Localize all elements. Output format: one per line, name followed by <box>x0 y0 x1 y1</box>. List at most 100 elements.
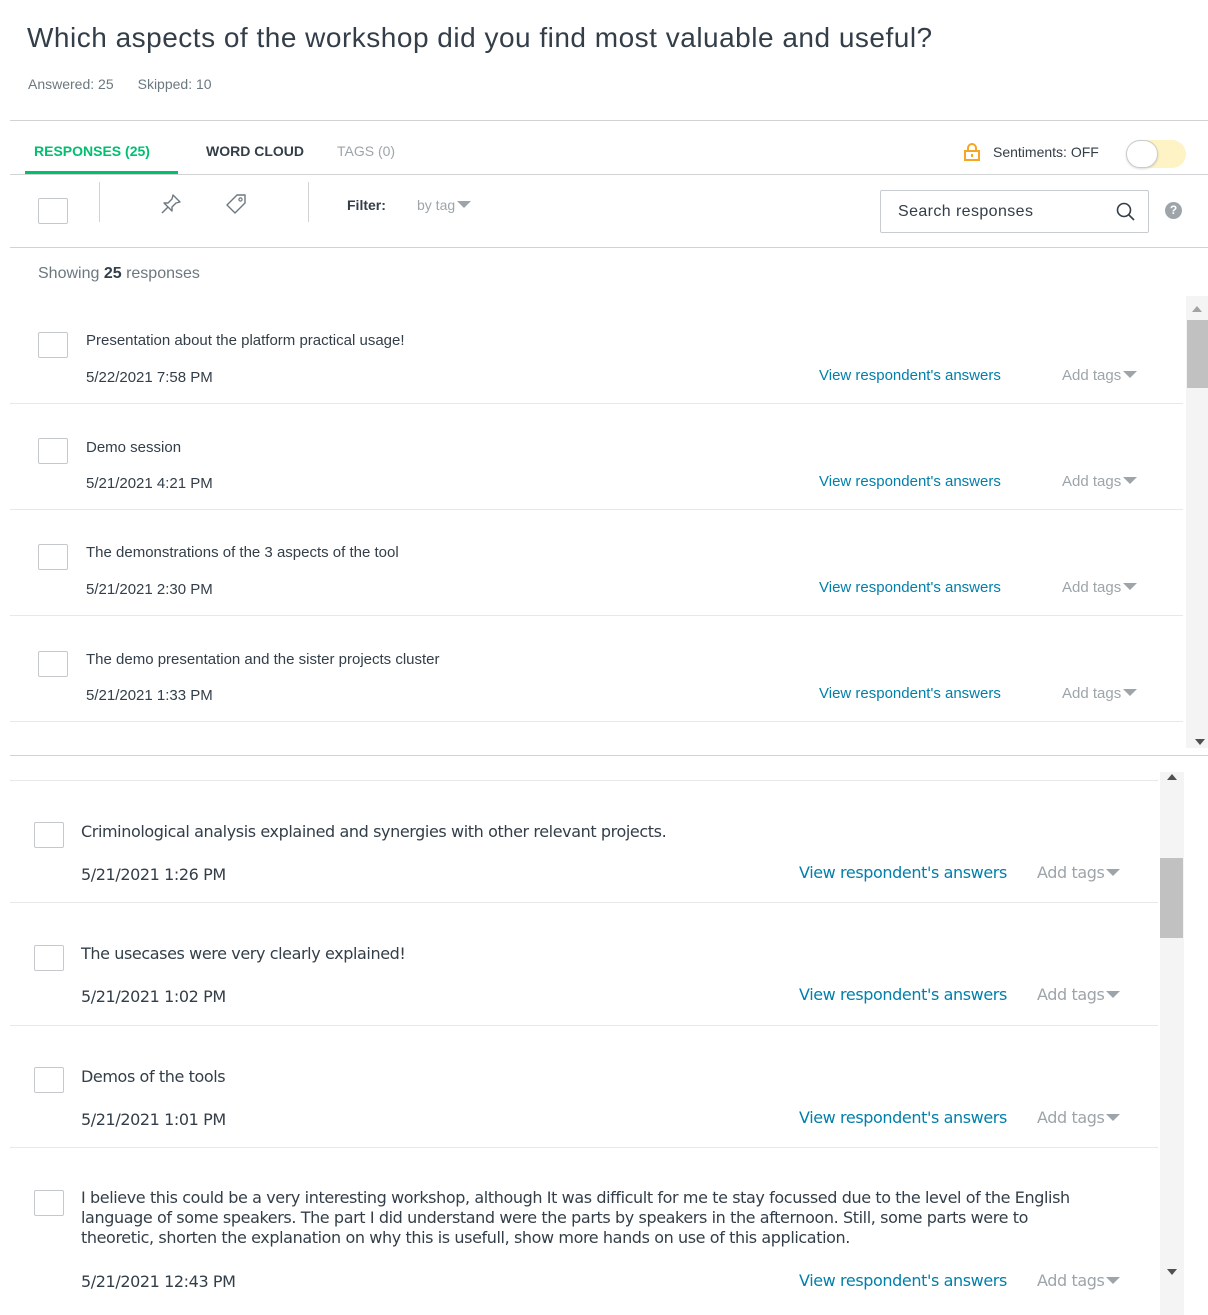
response-date: 5/21/2021 1:01 PM <box>81 1110 226 1129</box>
tabs-divider <box>10 174 1208 175</box>
pin-icon[interactable] <box>160 193 182 215</box>
tab-tags[interactable]: TAGS (0) <box>337 143 395 159</box>
response-text: Presentation about the platform practica… <box>86 332 405 349</box>
add-tags-label: Add tags <box>1062 579 1122 596</box>
response-checkbox[interactable] <box>34 822 64 848</box>
scroll-up-arrow[interactable] <box>1192 306 1202 312</box>
response-checkbox[interactable] <box>38 651 68 677</box>
row-divider <box>10 780 1158 781</box>
add-tags-dropdown[interactable]: Add tags <box>1062 473 1138 490</box>
sentiments-control: Sentiments: OFF <box>963 143 1099 161</box>
response-date: 5/21/2021 1:33 PM <box>86 687 213 704</box>
showing-prefix: Showing <box>38 265 100 282</box>
add-tags-label: Add tags <box>1062 367 1122 384</box>
filter-label: Filter: <box>347 197 386 213</box>
chevron-down-icon <box>1123 583 1138 590</box>
response-date: 5/22/2021 7:58 PM <box>86 369 213 386</box>
add-tags-label: Add tags <box>1037 1271 1105 1290</box>
response-checkbox[interactable] <box>34 1190 64 1216</box>
add-tags-dropdown[interactable]: Add tags <box>1037 1108 1121 1127</box>
view-answers-link[interactable]: View respondent's answers <box>799 1271 1007 1290</box>
sentiments-toggle[interactable] <box>1126 140 1186 168</box>
response-text: Demos of the tools <box>81 1067 226 1086</box>
add-tags-label: Add tags <box>1037 985 1105 1004</box>
scrollbar-track[interactable] <box>1160 772 1184 1315</box>
response-stats: Answered: 25 Skipped: 10 <box>28 76 212 92</box>
lock-icon <box>964 143 980 161</box>
tab-word-cloud[interactable]: WORD CLOUD <box>206 143 304 159</box>
chevron-down-icon <box>1123 689 1138 696</box>
chevron-down-icon <box>1123 477 1138 484</box>
view-answers-link[interactable]: View respondent's answers <box>819 367 1001 384</box>
response-checkbox[interactable] <box>38 438 68 464</box>
chevron-down-icon <box>457 201 472 208</box>
response-checkbox[interactable] <box>34 1067 64 1093</box>
response-text: The demo presentation and the sister pro… <box>86 651 440 668</box>
response-text: The usecases were very clearly explained… <box>81 944 406 963</box>
row-divider <box>10 1147 1158 1148</box>
response-checkbox[interactable] <box>38 544 68 570</box>
filter-value: by tag <box>417 197 456 213</box>
add-tags-dropdown[interactable]: Add tags <box>1037 863 1121 882</box>
view-answers-link[interactable]: View respondent's answers <box>819 473 1001 490</box>
response-text: Demo session <box>86 439 182 456</box>
right-gutter <box>1184 772 1208 1315</box>
tab-responses[interactable]: RESPONSES (25) <box>34 143 150 159</box>
row-divider <box>10 615 1183 616</box>
add-tags-dropdown[interactable]: Add tags <box>1037 985 1121 1004</box>
response-text: The demonstrations of the 3 aspects of t… <box>86 544 399 561</box>
search-input[interactable] <box>881 191 1111 232</box>
response-checkbox[interactable] <box>38 332 68 358</box>
response-date: 5/21/2021 1:02 PM <box>81 987 226 1006</box>
add-tags-dropdown[interactable]: Add tags <box>1037 1271 1121 1290</box>
scrollbar-thumb[interactable] <box>1187 320 1208 388</box>
add-tags-label: Add tags <box>1062 473 1122 490</box>
add-tags-label: Add tags <box>1037 1108 1105 1127</box>
response-date: 5/21/2021 2:30 PM <box>86 581 213 598</box>
scroll-down-arrow[interactable] <box>1195 739 1205 745</box>
response-date: 5/21/2021 12:43 PM <box>81 1272 236 1291</box>
row-divider <box>10 1025 1158 1026</box>
response-date: 5/21/2021 4:21 PM <box>86 475 213 492</box>
search-icon[interactable] <box>1115 201 1137 223</box>
add-tags-label: Add tags <box>1037 863 1105 882</box>
add-tags-dropdown[interactable]: Add tags <box>1062 685 1138 702</box>
add-tags-dropdown[interactable]: Add tags <box>1062 367 1138 384</box>
chevron-down-icon <box>1106 1114 1121 1121</box>
skipped-count: Skipped: 10 <box>137 76 212 92</box>
add-tags-dropdown[interactable]: Add tags <box>1062 579 1138 596</box>
view-answers-link[interactable]: View respondent's answers <box>799 863 1007 882</box>
toolbar-divider <box>99 182 100 222</box>
filter-dropdown[interactable]: by tag <box>417 197 472 213</box>
answered-count: Answered: 25 <box>28 76 114 92</box>
row-divider <box>10 902 1158 903</box>
showing-number: 25 <box>103 265 122 282</box>
toggle-knob <box>1126 140 1158 168</box>
scroll-up-arrow[interactable] <box>1167 774 1177 780</box>
select-all-checkbox[interactable] <box>38 198 68 224</box>
response-text: I believe this could be a very interesti… <box>81 1188 1070 1247</box>
response-date: 5/21/2021 1:26 PM <box>81 865 226 884</box>
help-icon[interactable]: ? <box>1165 202 1182 219</box>
view-answers-link[interactable]: View respondent's answers <box>799 1108 1007 1127</box>
showing-suffix: responses <box>126 265 200 282</box>
scroll-down-arrow[interactable] <box>1167 1269 1177 1275</box>
row-divider <box>10 721 1183 722</box>
section-divider <box>10 755 1208 756</box>
row-divider <box>10 509 1183 510</box>
question-title: Which aspects of the workshop did you fi… <box>27 22 933 53</box>
add-tags-label: Add tags <box>1062 685 1122 702</box>
toolbar-divider <box>308 182 309 222</box>
response-text: Criminological analysis explained and sy… <box>81 822 667 841</box>
response-checkbox[interactable] <box>34 945 64 971</box>
view-answers-link[interactable]: View respondent's answers <box>819 685 1001 702</box>
view-answers-link[interactable]: View respondent's answers <box>799 985 1007 1004</box>
row-divider <box>10 403 1183 404</box>
scrollbar-thumb[interactable] <box>1160 858 1183 938</box>
sentiments-label: Sentiments: OFF <box>993 144 1099 160</box>
search-box <box>880 190 1149 233</box>
view-answers-link[interactable]: View respondent's answers <box>819 579 1001 596</box>
toolbar-divider-bottom <box>10 247 1208 248</box>
tag-icon[interactable] <box>225 193 247 215</box>
chevron-down-icon <box>1106 1277 1121 1284</box>
